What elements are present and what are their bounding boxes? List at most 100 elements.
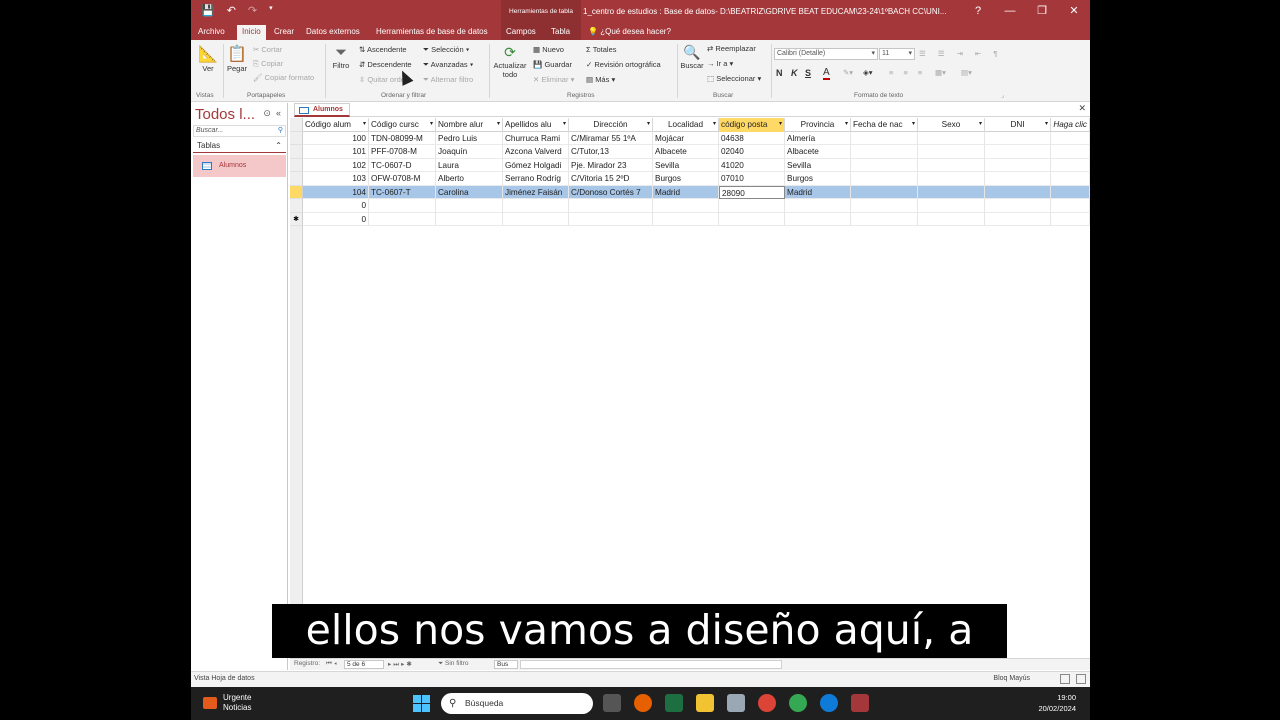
chevron-down-icon[interactable]: ▾	[845, 118, 848, 131]
sort-descending-button[interactable]: ⇵ Descendente	[359, 60, 412, 69]
column-header[interactable]: Provincia ▾	[785, 118, 851, 132]
datasheet-view-icon[interactable]	[1060, 674, 1070, 684]
table-cell[interactable]: 100	[303, 131, 369, 145]
select-all-corner[interactable]	[290, 118, 303, 132]
table-cell[interactable]: Mojácar	[653, 131, 719, 145]
document-tab-alumnos[interactable]: Alumnos	[294, 103, 350, 117]
chevron-down-icon[interactable]: ▾	[912, 118, 915, 131]
table-cell[interactable]: Madrid	[785, 185, 851, 199]
font-name-select[interactable]: Calibri (Detalle) ▾	[774, 48, 878, 60]
new-record-marker-icon[interactable]: ✱	[290, 212, 303, 226]
table-row[interactable]: 100 TDN-08099-M Pedro Luis Churruca Rami C/M…	[290, 131, 1090, 145]
table-cell-empty[interactable]	[851, 145, 918, 159]
table-cell[interactable]	[785, 212, 851, 226]
table-cell-empty[interactable]	[918, 199, 985, 213]
tab-datos-externos[interactable]: Datos externos	[301, 25, 365, 40]
font-color-button[interactable]: A	[823, 67, 830, 80]
dialog-launcher-icon[interactable]: ⌟	[1001, 92, 1004, 99]
table-cell[interactable]: Sevilla	[653, 158, 719, 172]
horizontal-scrollbar[interactable]	[520, 660, 782, 669]
chevron-down-icon[interactable]: ▾	[979, 118, 982, 131]
restore-button[interactable]: ❐	[1026, 0, 1058, 23]
filter-button[interactable]: ⏷ Filtro	[329, 44, 353, 70]
table-row[interactable]: ✱ 0	[290, 212, 1090, 226]
find-button[interactable]: 🔍 Buscar	[679, 44, 705, 70]
table-cell[interactable]: Gómez Holgadi	[503, 158, 569, 172]
table-cell-empty[interactable]	[851, 185, 918, 199]
access-icon[interactable]	[851, 694, 869, 712]
table-cell-empty[interactable]	[851, 199, 918, 213]
table-cell[interactable]	[719, 199, 785, 213]
close-button[interactable]: ✕	[1058, 0, 1090, 23]
table-cell[interactable]	[503, 212, 569, 226]
chevron-down-icon[interactable]: ▾	[647, 118, 650, 131]
save-icon[interactable]: 💾	[201, 4, 215, 17]
align-buttons[interactable]: ≡ ≡ ≡	[889, 68, 926, 77]
bold-button[interactable]: N	[776, 68, 783, 78]
column-header[interactable]: Código alum ▾	[303, 118, 369, 132]
news-widget[interactable]: Urgente Noticias	[203, 693, 251, 713]
chevron-down-icon[interactable]: ▾	[713, 118, 716, 131]
column-header[interactable]: Nombre alur ▾	[436, 118, 503, 132]
table-cell-empty[interactable]	[918, 212, 985, 226]
table-cell[interactable]: Madrid	[653, 185, 719, 199]
table-cell[interactable]: Churruca Rami	[503, 131, 569, 145]
view-button[interactable]: 📐 Ver	[195, 44, 221, 73]
nav-menu-icon[interactable]: ⊙	[263, 108, 271, 118]
record-selector[interactable]	[290, 199, 303, 213]
table-cell-empty[interactable]	[918, 172, 985, 186]
table-cell-empty[interactable]	[918, 145, 985, 159]
chevron-down-icon[interactable]: ▾	[430, 118, 433, 131]
table-cell-empty[interactable]	[985, 131, 1051, 145]
chrome-profile-icon[interactable]	[789, 694, 807, 712]
redo-icon[interactable]: ↷	[248, 4, 257, 17]
table-cell-empty[interactable]	[985, 145, 1051, 159]
table-cell[interactable]: Azcona Valverd	[503, 145, 569, 159]
table-cell[interactable]: Sevilla	[785, 158, 851, 172]
chevron-down-icon[interactable]: ▾	[497, 118, 500, 131]
table-cell-empty[interactable]	[918, 158, 985, 172]
fill-color-icon[interactable]: ◈▾	[863, 68, 873, 77]
table-cell[interactable]: Alberto	[436, 172, 503, 186]
chevron-down-icon[interactable]: ▾	[363, 118, 366, 131]
underline-button[interactable]: S	[805, 68, 811, 78]
table-row[interactable]: 104 TC-0607-T Carolina Jiménez Faisán C/Dono…	[290, 185, 1090, 199]
table-cell[interactable]: Pedro Luis	[436, 131, 503, 145]
clock[interactable]: 19:00 20/02/2024	[1038, 692, 1076, 714]
nav-item-alumnos[interactable]: Alumnos	[193, 155, 286, 177]
column-header[interactable]: DNI ▾	[985, 118, 1051, 132]
table-cell[interactable]	[369, 212, 436, 226]
tab-inicio[interactable]: Inicio	[237, 25, 266, 40]
list-format-buttons[interactable]: ☰ ☰ ⇥ ⇤ ¶	[919, 49, 1002, 58]
tell-me-box[interactable]: 💡 ¿Qué desea hacer?	[583, 25, 676, 40]
table-cell[interactable]: 04638	[719, 131, 785, 145]
minimize-button[interactable]: —	[994, 0, 1026, 23]
delete-record-button[interactable]: ✕ Eliminar ▾	[533, 75, 574, 84]
table-cell[interactable]: C/Miramar 55 1ºA	[569, 131, 653, 145]
table-cell-empty[interactable]	[1051, 212, 1090, 226]
table-cell[interactable]: Almería	[785, 131, 851, 145]
paste-button[interactable]: 📋 Pegar	[225, 44, 249, 73]
next-last-new-buttons[interactable]: ▸⏭▸✱	[388, 660, 414, 669]
table-cell[interactable]: OFW-0708-M	[369, 172, 436, 186]
tab-tabla[interactable]: Tabla	[546, 25, 575, 40]
table-cell[interactable]: 104	[303, 185, 369, 199]
advanced-button[interactable]: ⏷ Avanzadas ▾	[423, 60, 473, 70]
table-row[interactable]: 101 PFF-0708-M Joaquín Azcona Valverd C/Tuto…	[290, 145, 1090, 159]
sort-ascending-button[interactable]: ⇅ Ascendente	[359, 45, 407, 54]
chevron-down-icon[interactable]: ▾	[563, 118, 566, 131]
table-cell[interactable]: TDN-08099-M	[369, 131, 436, 145]
table-cell[interactable]: Albacete	[785, 145, 851, 159]
calculator-icon[interactable]	[727, 694, 745, 712]
table-cell[interactable]: TC-0607-T	[369, 185, 436, 199]
table-cell[interactable]	[653, 212, 719, 226]
spelling-button[interactable]: ✓ Revisión ortográfica	[586, 60, 661, 69]
tab-campos[interactable]: Campos	[501, 25, 541, 40]
table-cell[interactable]	[436, 199, 503, 213]
chevron-down-icon[interactable]: ▾	[779, 118, 782, 131]
table-row[interactable]: 103 OFW-0708-M Alberto Serrano Rodríg C/Vito…	[290, 172, 1090, 186]
table-cell[interactable]: Jiménez Faisán	[503, 185, 569, 199]
chevron-down-icon[interactable]: ▾	[1045, 118, 1048, 131]
record-selector[interactable]	[290, 131, 303, 145]
tab-herramientas[interactable]: Herramientas de base de datos	[371, 25, 493, 40]
